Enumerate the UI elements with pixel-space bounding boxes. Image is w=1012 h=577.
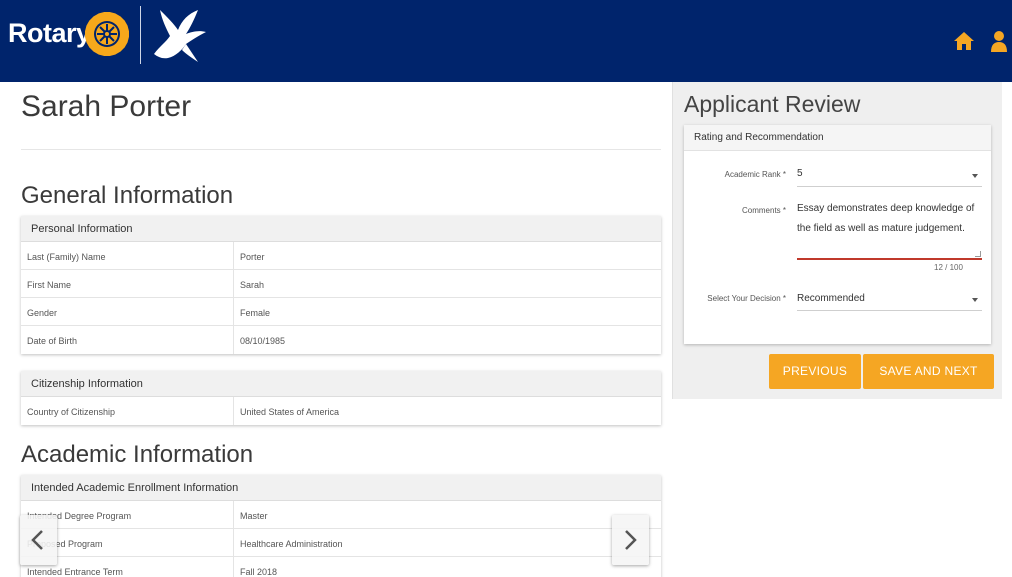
rotary-wheel-icon — [84, 11, 130, 57]
general-info-heading: General Information — [21, 182, 234, 209]
row-label: Country of Citizenship — [21, 397, 234, 425]
row-label: First Name — [21, 270, 234, 297]
comments-label: Comments * — [741, 206, 786, 215]
personal-info-panel: Personal Information Last (Family) Name … — [21, 216, 661, 354]
panel-title: Citizenship Information — [21, 371, 661, 397]
save-and-next-button[interactable]: SAVE AND NEXT — [863, 354, 994, 389]
applicant-name: Sarah Porter — [21, 90, 192, 123]
panel-title: Personal Information — [21, 216, 661, 242]
academic-rank-label: Academic Rank * — [724, 170, 786, 179]
table-row: Last (Family) Name Porter — [21, 242, 661, 270]
brand-divider — [140, 6, 141, 64]
home-icon[interactable] — [953, 30, 975, 52]
enrollment-info-panel: Intended Academic Enrollment Information… — [21, 475, 661, 577]
rating-card: Rating and Recommendation Academic Rank … — [684, 125, 991, 344]
table-row: Gender Female — [21, 298, 661, 326]
table-row: Date of Birth 08/10/1985 — [21, 326, 661, 354]
chevron-down-icon — [972, 298, 978, 302]
decision-label: Select Your Decision * — [707, 294, 786, 303]
next-applicant-button[interactable] — [612, 515, 649, 565]
resize-handle[interactable] — [975, 251, 981, 257]
applicant-detail: Sarah Porter General Information Persona… — [0, 82, 672, 577]
table-row: Intended Entrance Term Fall 2018 — [21, 557, 661, 577]
row-label: Gender — [21, 298, 234, 325]
row-value: 08/10/1985 — [240, 336, 286, 346]
previous-applicant-button[interactable] — [20, 515, 57, 565]
chevron-left-icon — [31, 530, 43, 550]
rotary-wordmark: Rotary — [8, 18, 91, 48]
table-row: Country of Citizenship United States of … — [21, 397, 661, 425]
row-value: Fall 2018 — [240, 567, 278, 577]
row-label: Last (Family) Name — [21, 242, 234, 269]
comments-textarea[interactable]: Essay demonstrates deep knowledge of the… — [797, 199, 982, 239]
card-title: Rating and Recommendation — [684, 125, 991, 151]
table-row: First Name Sarah — [21, 270, 661, 298]
top-navbar: Rotary — [0, 0, 1012, 82]
chevron-down-icon — [972, 174, 978, 178]
select-underline — [797, 310, 982, 311]
citizenship-info-panel: Citizenship Information Country of Citiz… — [21, 371, 661, 425]
select-underline — [797, 186, 982, 187]
decision-value: Recommended — [797, 293, 865, 304]
review-title: Applicant Review — [684, 91, 861, 117]
row-value: Porter — [240, 252, 265, 262]
academic-info-heading: Academic Information — [21, 441, 254, 468]
row-label: Date of Birth — [21, 326, 234, 354]
review-sidebar: Applicant Review Rating and Recommendati… — [672, 82, 1002, 399]
row-value: United States of America — [240, 407, 340, 417]
dove-icon — [154, 10, 206, 62]
table-row: Intended Degree Program Master — [21, 501, 661, 529]
previous-button[interactable]: PREVIOUS — [769, 354, 861, 389]
panel-title: Intended Academic Enrollment Information — [21, 475, 661, 501]
user-icon[interactable] — [990, 30, 1008, 52]
academic-rank-value: 5 — [797, 168, 803, 179]
character-counter: 12 / 100 — [934, 263, 963, 272]
row-value: Female — [240, 308, 271, 318]
row-value: Master — [240, 511, 268, 521]
row-value: Healthcare Administration — [240, 539, 343, 549]
textarea-underline — [797, 258, 982, 260]
divider — [21, 149, 661, 150]
chevron-right-icon — [625, 530, 637, 550]
table-row: Proposed Program Healthcare Administrati… — [21, 529, 661, 557]
row-value: Sarah — [240, 280, 265, 290]
